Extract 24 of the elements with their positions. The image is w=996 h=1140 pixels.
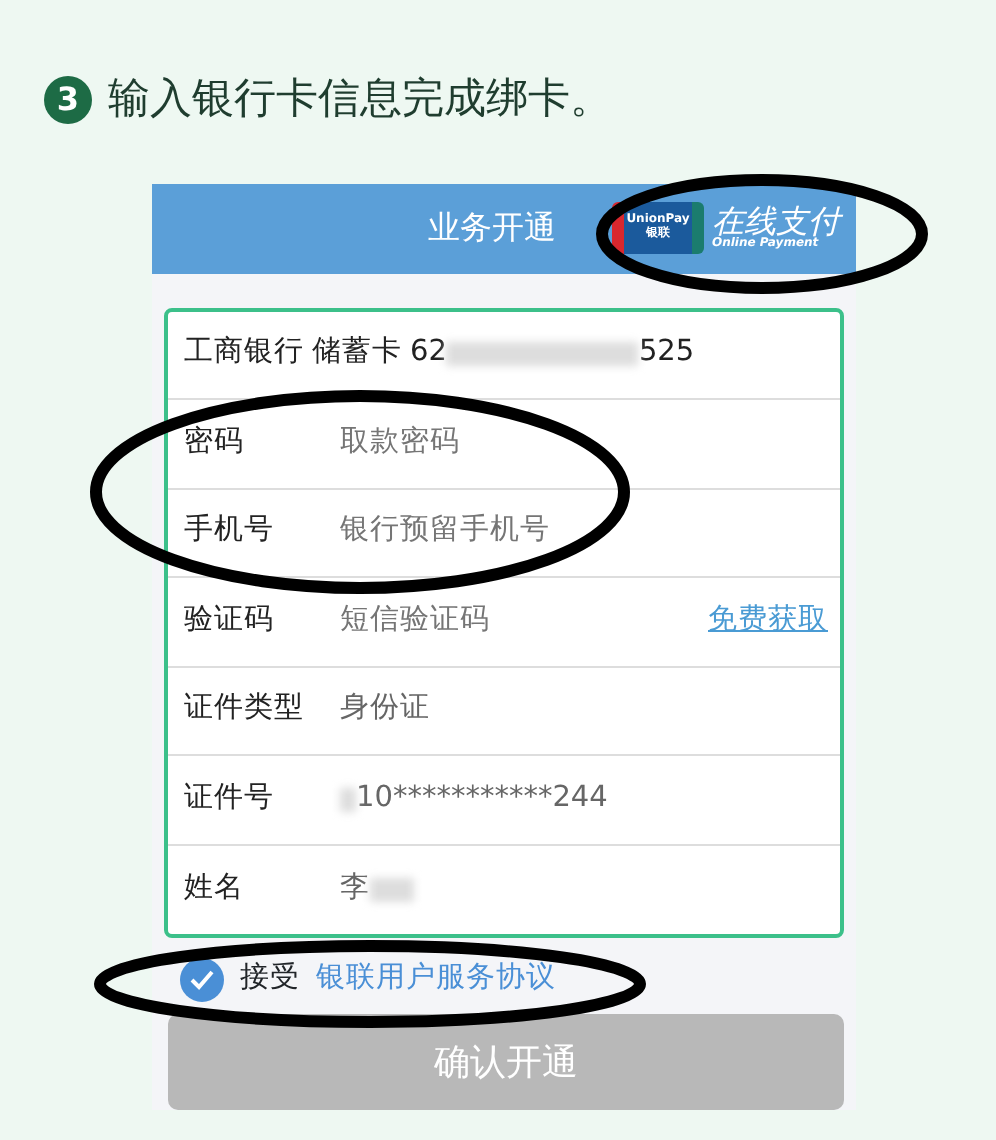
get-code-link[interactable]: 免费获取 (708, 599, 828, 644)
field-value: 李 (340, 869, 370, 908)
field-label: 证件类型 (184, 690, 306, 729)
bank-name: 工商银行 (184, 333, 304, 373)
card-number-start: 62 (410, 334, 447, 373)
agreement-text: 接受 (240, 960, 300, 999)
heading-text: 输入银行卡信息完成绑卡。 (108, 72, 612, 126)
field-value: 10***********244 (356, 779, 608, 818)
field-label: 验证码 (184, 601, 276, 640)
field-label: 手机号 (184, 511, 276, 551)
check-icon (190, 970, 214, 990)
field-label: 证件号 (184, 779, 276, 818)
field-label: 密码 (184, 423, 246, 462)
card-type: 储蓄卡 (312, 334, 402, 373)
blurred-text (370, 877, 414, 902)
blurred-text (340, 787, 356, 812)
agreement-link[interactable]: 银联用户服务协议 (316, 958, 556, 1002)
card-number-end: 525 (638, 334, 695, 373)
step-number: 3 (44, 75, 92, 124)
logo-text: 在线支付 (712, 206, 840, 238)
field-value: 身份证 (340, 690, 430, 729)
checkbox[interactable] (180, 958, 224, 1002)
header-title: 业务开通 (428, 206, 556, 250)
field-label: 姓名 (184, 869, 246, 908)
